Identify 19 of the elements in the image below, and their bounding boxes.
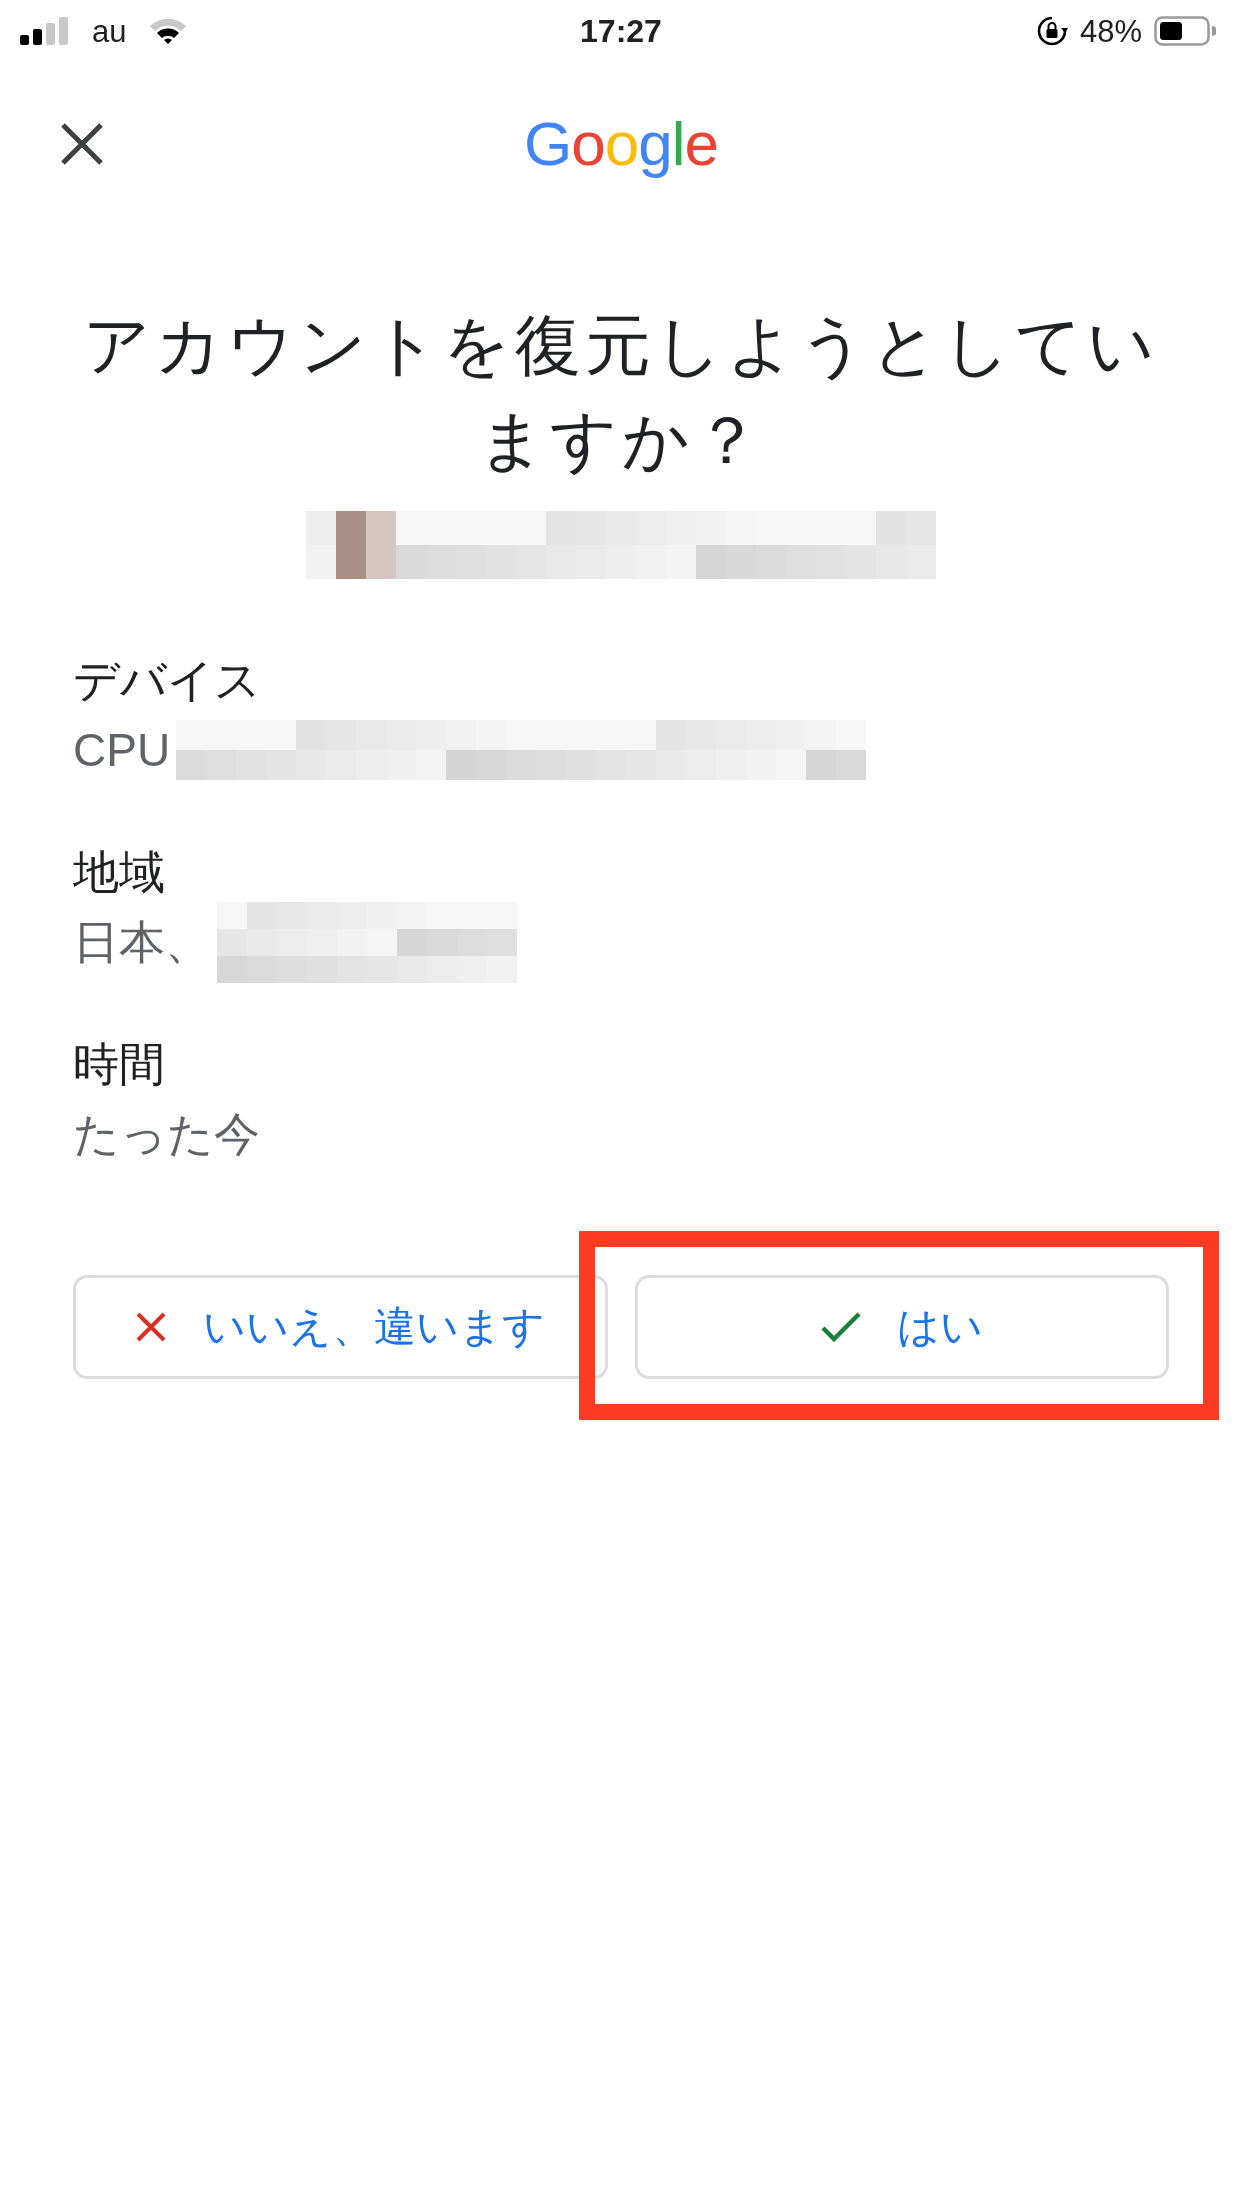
cross-icon — [135, 1311, 168, 1343]
page-title: アカウントを復元しようとしていますか？ — [82, 307, 1160, 479]
close-icon — [60, 121, 104, 166]
signal-icon — [20, 17, 70, 45]
detail-label: 地域 — [73, 845, 165, 900]
carrier-label: au — [92, 15, 127, 47]
status-time: 17:27 — [580, 15, 662, 47]
detail-label: デバイス — [73, 653, 261, 708]
deny-button[interactable]: いいえ、違います — [73, 1275, 608, 1379]
battery-percent: 48% — [1079, 15, 1142, 47]
rotation-lock-icon — [1035, 15, 1068, 47]
detail-value: たった今 — [73, 1107, 260, 1162]
detail-value: CPU — [73, 723, 171, 778]
detail-value: 日本、 — [73, 915, 211, 970]
battery-icon — [1154, 16, 1216, 46]
confirm-button[interactable]: はい — [634, 1275, 1169, 1379]
check-icon — [820, 1312, 861, 1342]
wifi-icon — [148, 17, 189, 45]
detail-label: 時間 — [73, 1037, 165, 1092]
